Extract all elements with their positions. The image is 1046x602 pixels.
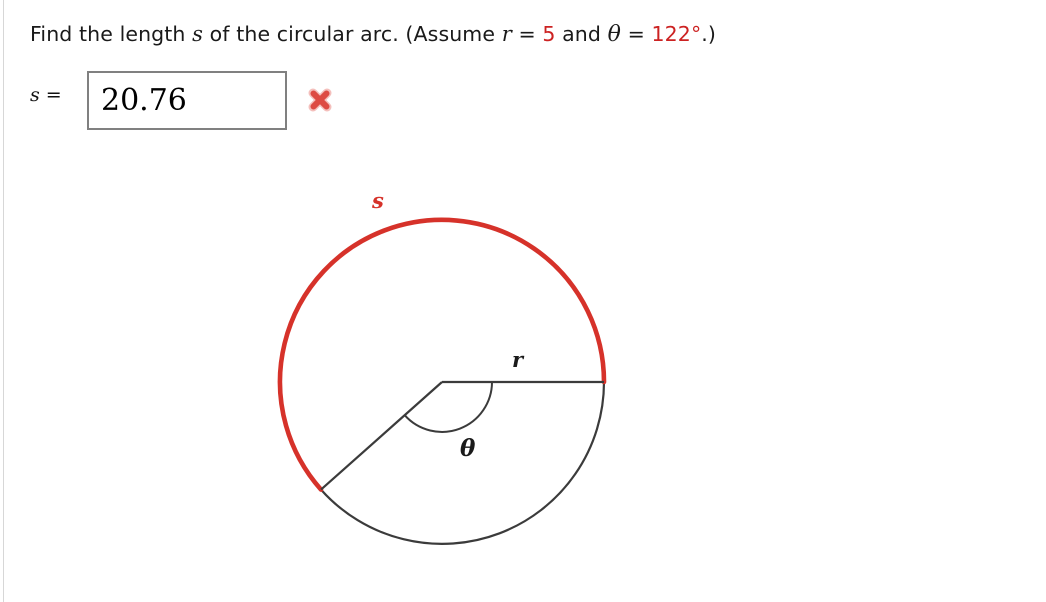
answer-input[interactable]: 20.76 [87, 71, 287, 130]
incorrect-mark-icon [304, 84, 336, 116]
answer-label-equals: = [39, 84, 62, 106]
angle-sweep-indicator [403, 381, 493, 433]
answer-input-value: 20.76 [101, 83, 187, 118]
question-equals-2: = [621, 22, 652, 46]
question-conjunction: and [555, 22, 608, 46]
page-root: Find the length s of the circular arc. (… [0, 0, 1046, 602]
radius-line-diagonal [320, 381, 443, 491]
question-variable-theta: θ [607, 22, 621, 47]
question-text-prefix: Find the length [30, 22, 193, 46]
left-edge-rule [3, 0, 4, 602]
question-equals-1: = [511, 22, 543, 46]
radius-label-r: r [512, 347, 525, 372]
highlighted-arc-s [277, 217, 607, 492]
question-variable-r: r [501, 22, 512, 46]
angle-label-theta: θ [460, 435, 476, 462]
question-variable-s: s [192, 22, 204, 46]
arc-label-s: s [371, 188, 384, 213]
answer-label-variable: s [30, 84, 40, 106]
question-value-r: 5 [542, 22, 556, 46]
circle-outline-black-arc [320, 381, 606, 545]
question-text-suffix: .) [701, 22, 717, 46]
question-prompt: Find the length s of the circular arc. (… [30, 20, 716, 49]
circular-arc-figure: s r θ [250, 175, 670, 575]
answer-label: s = [30, 84, 62, 106]
question-value-theta: 122° [651, 22, 702, 46]
question-text-middle: of the circular arc. (Assume [203, 22, 502, 46]
